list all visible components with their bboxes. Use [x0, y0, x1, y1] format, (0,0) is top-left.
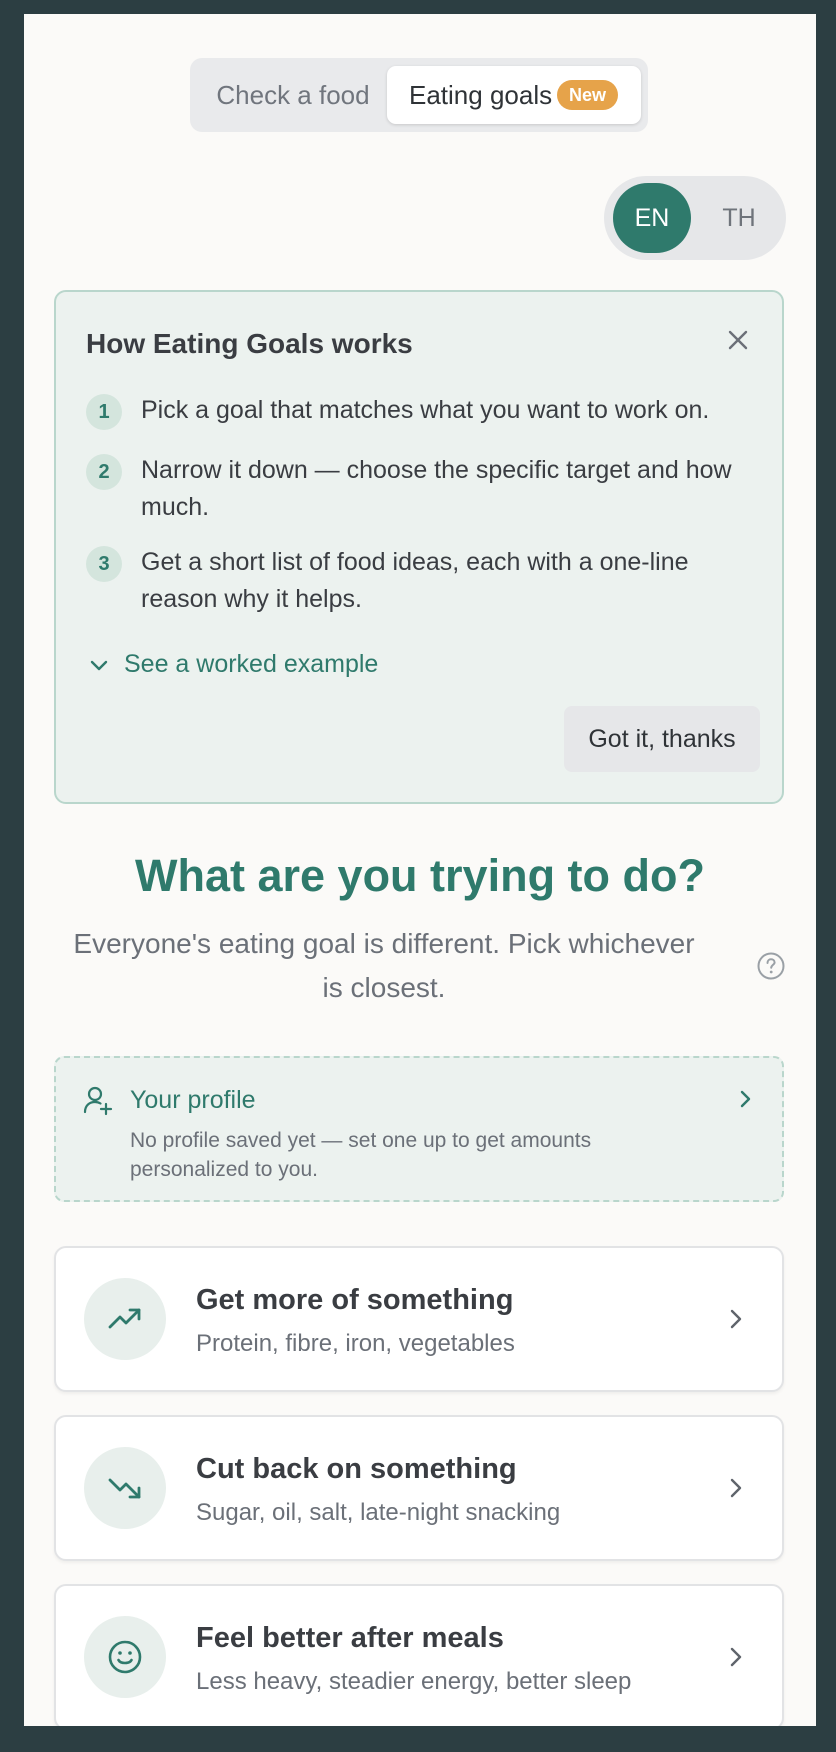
- step-number: 3: [86, 546, 122, 582]
- new-badge: New: [557, 80, 619, 110]
- goal-card-cut-back[interactable]: Cut back on something Sugar, oil, salt, …: [54, 1415, 784, 1561]
- add-user-icon: [83, 1086, 113, 1116]
- chevron-down-icon: [90, 661, 108, 671]
- profile-description: No profile saved yet — set one up to get…: [130, 1129, 592, 1181]
- chevron-right-icon: [730, 1478, 742, 1498]
- app-frame: Check a food Eating goals New EN TH How …: [24, 14, 816, 1726]
- worked-example-label: See a worked example: [124, 650, 379, 678]
- step-number: 2: [86, 454, 122, 490]
- step-text: Get a short list of food ideas, each wit…: [141, 548, 689, 613]
- profile-title: Your profile: [130, 1086, 256, 1114]
- page-subtitle: Everyone's eating goal is different. Pic…: [73, 928, 695, 1003]
- goal-card-feel-better[interactable]: Feel better after meals Less heavy, stea…: [54, 1584, 784, 1726]
- goal-title: Feel better after meals: [196, 1622, 504, 1654]
- goal-icon-badge: [84, 1616, 166, 1698]
- page-title: What are you trying to do?: [135, 850, 705, 901]
- trending-up-icon: [108, 1308, 141, 1329]
- tab-eating-goals-label: Eating goals: [409, 80, 553, 110]
- goal-icon-badge: [84, 1447, 166, 1529]
- step-text: Pick a goal that matches what you want t…: [141, 396, 710, 424]
- language-toggle: EN TH: [604, 176, 786, 260]
- language-th-button[interactable]: TH: [700, 183, 778, 253]
- goal-title: Get more of something: [196, 1284, 514, 1316]
- chevron-right-icon: [740, 1090, 751, 1108]
- goal-card-get-more[interactable]: Get more of something Protein, fibre, ir…: [54, 1246, 784, 1392]
- mode-switch: Check a food Eating goals New: [190, 58, 648, 132]
- smile-icon: [108, 1640, 142, 1674]
- goal-description: Protein, fibre, iron, vegetables: [196, 1330, 515, 1357]
- profile-card[interactable]: Your profile No profile saved yet — set …: [54, 1056, 784, 1202]
- goal-description: Less heavy, steadier energy, better slee…: [196, 1668, 632, 1695]
- step-text: Narrow it down — choose the specific tar…: [141, 456, 732, 521]
- how-it-works-card: How Eating Goals works 1 Pick a goal tha…: [54, 290, 784, 804]
- worked-example-toggle[interactable]: See a worked example: [88, 644, 378, 684]
- how-it-works-title: How Eating Goals works: [86, 328, 413, 359]
- language-en-button[interactable]: EN: [613, 183, 691, 253]
- step-number: 1: [86, 394, 122, 430]
- got-it-button[interactable]: Got it, thanks: [564, 706, 760, 772]
- trending-down-icon: [108, 1478, 141, 1499]
- tab-eating-goals[interactable]: Eating goals New: [387, 66, 641, 124]
- close-icon[interactable]: [720, 322, 756, 358]
- help-icon[interactable]: [756, 951, 786, 981]
- tab-check-a-food[interactable]: Check a food: [208, 66, 378, 124]
- chevron-right-icon: [730, 1647, 742, 1667]
- goal-icon-badge: [84, 1278, 166, 1360]
- goal-description: Sugar, oil, salt, late-night snacking: [196, 1499, 561, 1526]
- goal-title: Cut back on something: [196, 1453, 517, 1485]
- chevron-right-icon: [730, 1309, 742, 1329]
